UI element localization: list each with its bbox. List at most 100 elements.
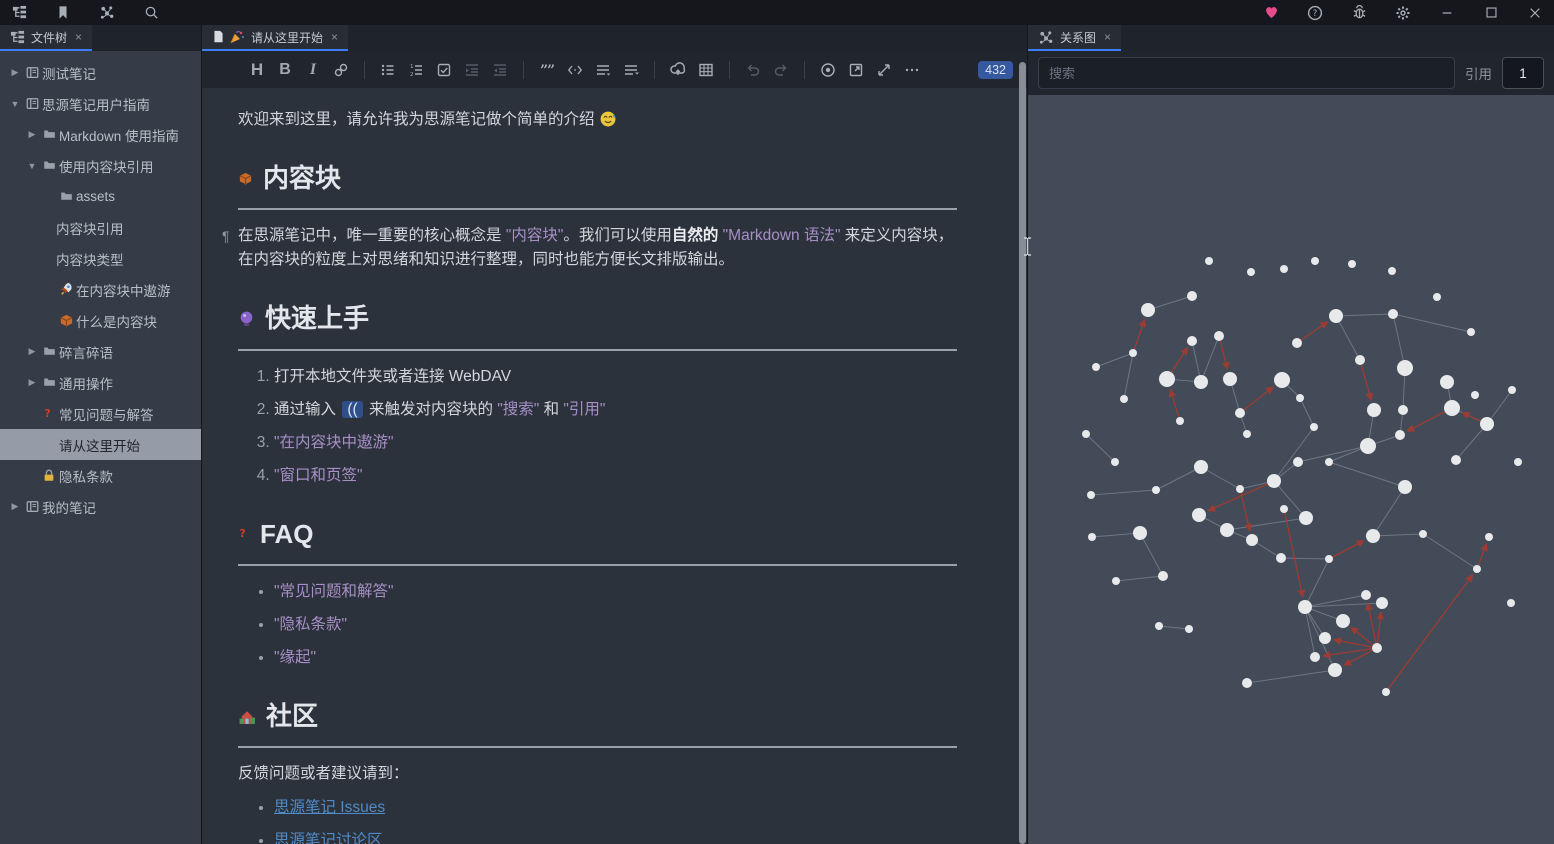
- graph-node-13: [1214, 331, 1224, 341]
- graph-node-36: [1082, 430, 1090, 438]
- filetree-icon: [10, 30, 25, 45]
- ordered-list-icon[interactable]: 12: [403, 57, 429, 83]
- heading-block[interactable]: 社区: [238, 696, 957, 749]
- search-icon[interactable]: [140, 4, 162, 22]
- tree-item-8[interactable]: 什么是内容块: [0, 305, 201, 336]
- tree-right-arrow-icon[interactable]: ▶: [25, 346, 39, 357]
- list-item[interactable]: 思源笔记 Issues: [274, 796, 957, 820]
- tree-item-4[interactable]: assets: [0, 181, 201, 212]
- graph-node-52: [1133, 526, 1147, 540]
- heading-icon[interactable]: H: [244, 57, 270, 83]
- paragraph-block[interactable]: 反馈问题或者建议请到：: [238, 762, 957, 786]
- tree-item-10[interactable]: ▶ 通用操作: [0, 367, 201, 398]
- paragraph-block[interactable]: ¶ 在思源笔记中，唯一重要的核心概念是 "内容块"。我们可以使用自然的 "Mark…: [222, 224, 957, 272]
- tree-item-0[interactable]: ▶ 测试笔记: [0, 57, 201, 88]
- tree-item-6[interactable]: 内容块类型: [0, 243, 201, 274]
- close-icon[interactable]: ×: [331, 30, 338, 44]
- tree-item-7[interactable]: 在内容块中遨游: [0, 274, 201, 305]
- redo-icon[interactable]: [768, 57, 794, 83]
- block-ref[interactable]: "引用": [563, 401, 605, 418]
- open-window-icon[interactable]: [843, 57, 869, 83]
- tree-item-13[interactable]: 隐私条款: [0, 460, 201, 491]
- tree-item-2[interactable]: ▶ Markdown 使用指南: [0, 119, 201, 150]
- notebook-icon: [22, 97, 42, 111]
- tab-graph[interactable]: 关系图 ×: [1028, 25, 1122, 51]
- block-ref[interactable]: "缘起": [274, 649, 316, 666]
- tree-item-3[interactable]: ▼ 使用内容块引用: [0, 150, 201, 181]
- graph-node-2: [1280, 265, 1288, 273]
- tree-item-11[interactable]: ? 常见问题与解答: [0, 398, 201, 429]
- block-ref[interactable]: "常见问题和解答": [274, 583, 394, 600]
- quote-icon[interactable]: ””: [534, 57, 560, 83]
- tree-right-arrow-icon[interactable]: ▶: [8, 501, 22, 512]
- close-icon[interactable]: ×: [1104, 30, 1111, 44]
- fullscreen-icon[interactable]: [871, 57, 897, 83]
- insert-after-icon[interactable]: [618, 57, 644, 83]
- table-icon[interactable]: [693, 57, 719, 83]
- tree-right-arrow-icon[interactable]: ▶: [25, 377, 39, 388]
- editor-scrollbar[interactable]: [1019, 62, 1026, 844]
- italic-icon[interactable]: I: [300, 57, 326, 83]
- indent-icon[interactable]: [459, 57, 485, 83]
- maximize-icon[interactable]: [1480, 4, 1502, 22]
- more-icon[interactable]: [899, 57, 925, 83]
- graph-search-input[interactable]: [1038, 57, 1455, 89]
- tree-right-arrow-icon[interactable]: ▶: [8, 67, 22, 78]
- inline-code-icon[interactable]: [562, 57, 588, 83]
- preview-icon[interactable]: [815, 57, 841, 83]
- minimize-icon[interactable]: [1436, 4, 1458, 22]
- tree-item-5[interactable]: 内容块引用: [0, 212, 201, 243]
- heading-block[interactable]: 内容块: [238, 158, 957, 211]
- block-ref[interactable]: "隐私条款": [274, 616, 347, 633]
- bookmark-icon[interactable]: [52, 4, 74, 22]
- tree-down-arrow-icon[interactable]: ▼: [8, 99, 22, 109]
- upload-icon[interactable]: [665, 57, 691, 83]
- close-icon[interactable]: ×: [75, 30, 82, 44]
- link-icon[interactable]: [328, 57, 354, 83]
- list-item[interactable]: "缘起": [274, 646, 957, 670]
- help-icon[interactable]: ?: [1304, 4, 1326, 22]
- tree-item-14[interactable]: ▶ 我的笔记: [0, 491, 201, 522]
- tree-down-arrow-icon[interactable]: ▼: [25, 161, 39, 171]
- block-ref[interactable]: "搜索": [497, 401, 539, 418]
- outdent-icon[interactable]: [487, 57, 513, 83]
- bug-icon[interactable]: [1348, 4, 1370, 22]
- tree-item-label: 碎言碎语: [59, 345, 113, 361]
- heading-text: 内容块: [263, 163, 342, 194]
- tab-file-tree[interactable]: 文件树 ×: [0, 25, 93, 51]
- bold-icon[interactable]: B: [272, 57, 298, 83]
- heart-icon[interactable]: [1260, 4, 1282, 22]
- task-list-icon[interactable]: [431, 57, 457, 83]
- bullet-list-icon[interactable]: [375, 57, 401, 83]
- block-ref[interactable]: "在内容块中遨游": [274, 434, 394, 451]
- tree-item-1[interactable]: ▼ 思源笔记用户指南: [0, 88, 201, 119]
- document-content: 欢迎来到这里，请允许我为思源笔记做个简单的介绍 内容块 ¶ 在思源笔记中，唯一重要的…: [202, 88, 1027, 844]
- graph-icon[interactable]: [96, 4, 118, 22]
- list-item[interactable]: "常见问题和解答": [274, 580, 957, 604]
- insert-before-icon[interactable]: [590, 57, 616, 83]
- filetree-icon[interactable]: [8, 4, 30, 22]
- settings-gear-icon[interactable]: [1392, 4, 1414, 22]
- block-ref[interactable]: "窗口和页签": [274, 467, 363, 484]
- block-ref[interactable]: "Markdown 语法": [723, 227, 841, 244]
- undo-icon[interactable]: [740, 57, 766, 83]
- list-item[interactable]: "隐私条款": [274, 613, 957, 637]
- hyperlink[interactable]: 思源笔记 Issues: [274, 799, 385, 816]
- list-item[interactable]: "窗口和页签": [274, 464, 957, 488]
- graph-canvas[interactable]: [1028, 95, 1554, 844]
- heading-block[interactable]: ? FAQ: [238, 514, 957, 566]
- list-item[interactable]: 思源笔记讨论区: [274, 829, 957, 844]
- heading-block[interactable]: 快速上手: [238, 298, 957, 351]
- tree-item-9[interactable]: ▶ 碎言碎语: [0, 336, 201, 367]
- ref-count-input[interactable]: 1: [1502, 57, 1544, 89]
- hyperlink[interactable]: 思源笔记讨论区: [274, 832, 383, 844]
- block-ref[interactable]: "内容块": [506, 227, 564, 244]
- list-item[interactable]: 打开本地文件夹或者连接 WebDAV: [274, 365, 957, 389]
- paragraph-block[interactable]: 欢迎来到这里，请允许我为思源笔记做个简单的介绍: [238, 108, 957, 132]
- tab-document[interactable]: 请从这里开始 ×: [202, 25, 349, 51]
- list-item[interactable]: "在内容块中遨游": [274, 431, 957, 455]
- tree-item-12[interactable]: 请从这里开始: [0, 429, 201, 460]
- tree-right-arrow-icon[interactable]: ▶: [25, 129, 39, 140]
- close-icon[interactable]: [1524, 4, 1546, 22]
- list-item[interactable]: 通过输入 (( 来触发对内容块的 "搜索" 和 "引用": [274, 398, 957, 422]
